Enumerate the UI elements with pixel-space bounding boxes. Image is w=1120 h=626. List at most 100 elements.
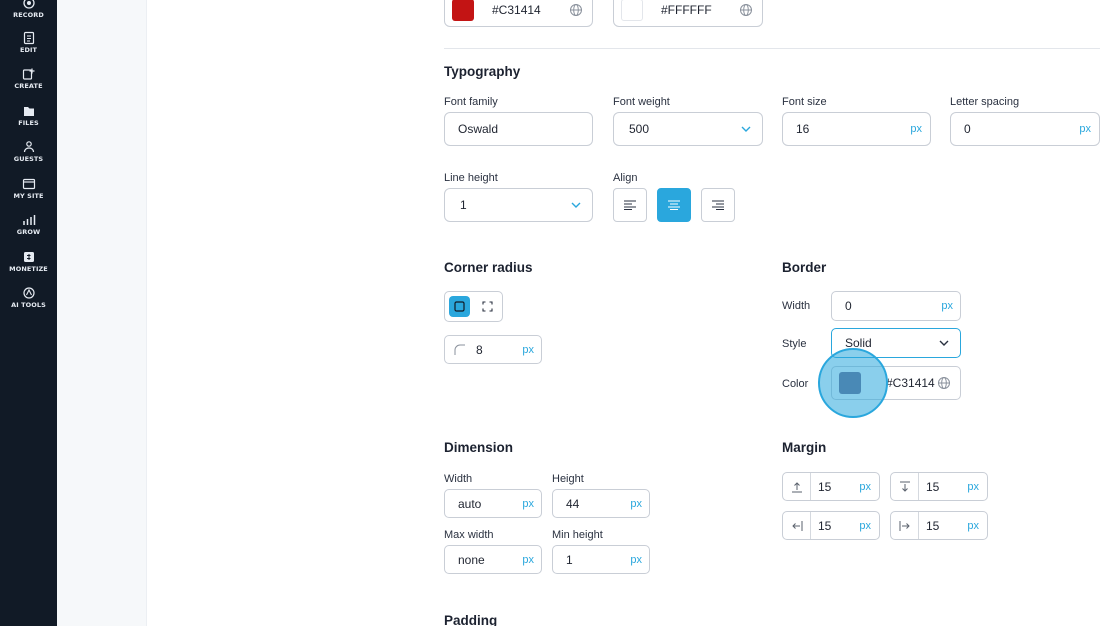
margin-heading: Margin — [782, 440, 827, 455]
unit-label: px — [522, 343, 534, 356]
corner-radius-icon — [454, 344, 465, 355]
color-field-primary[interactable]: #C31414 — [444, 0, 593, 27]
align-label: Align — [613, 172, 638, 184]
record-icon — [22, 0, 35, 9]
font-family-value: Oswald — [458, 122, 499, 136]
margin-left-input[interactable]: 15 px — [782, 511, 880, 540]
padding-heading: Padding — [444, 613, 498, 626]
align-right-button[interactable] — [701, 188, 735, 222]
create-icon — [22, 68, 34, 80]
align-left-icon — [624, 200, 636, 210]
globe-icon[interactable] — [569, 3, 583, 17]
corner-mode-toggle — [444, 291, 503, 322]
min-height-label: Min height — [552, 529, 603, 541]
ai-tools-icon — [22, 287, 35, 299]
color-swatch[interactable] — [452, 0, 474, 21]
unit-label: px — [967, 480, 979, 493]
color-field-secondary[interactable]: #FFFFFF — [613, 0, 763, 27]
letter-spacing-input[interactable]: 0 px — [950, 112, 1100, 146]
globe-icon[interactable] — [937, 376, 951, 390]
unit-label: px — [859, 519, 871, 532]
align-center-button[interactable] — [657, 188, 691, 222]
nav-item-label: CREATE — [14, 82, 43, 90]
corner-radius-value: 8 — [476, 342, 483, 357]
square-icon — [454, 301, 465, 312]
unit-label: px — [630, 553, 642, 566]
nav-item-create[interactable]: CREATE — [0, 67, 57, 90]
unit-label: px — [522, 497, 534, 510]
max-width-input[interactable]: none px — [444, 545, 542, 574]
nav-rail: RECORD EDIT CREATE FILES GUESTS MY SITE … — [0, 0, 57, 626]
unit-label: px — [910, 123, 922, 135]
unit-label: px — [941, 300, 953, 312]
nav-item-label: GROW — [16, 228, 41, 236]
margin-bottom-input[interactable]: 15 px — [890, 472, 988, 501]
nav-item-grow[interactable]: GROW — [0, 213, 57, 236]
section-divider — [444, 48, 1100, 49]
nav-item-guests[interactable]: GUESTS — [0, 140, 57, 163]
dimension-height-value: 44 — [566, 496, 580, 511]
nav-item-my-site[interactable]: MY SITE — [0, 177, 57, 200]
margin-bottom-value: 15 — [926, 479, 940, 494]
max-width-value: none — [458, 552, 485, 567]
align-left-button[interactable] — [613, 188, 647, 222]
border-color-label: Color — [782, 378, 809, 390]
color-hex-value[interactable]: #FFFFFF — [643, 3, 739, 17]
letter-spacing-value: 0 — [964, 122, 971, 136]
font-weight-select[interactable]: 500 — [613, 112, 763, 146]
grow-icon — [22, 215, 35, 225]
corner-all-button[interactable] — [449, 296, 470, 317]
color-swatch[interactable] — [621, 0, 643, 21]
margin-top-value: 15 — [818, 479, 832, 494]
unit-label: px — [522, 553, 534, 566]
line-height-value: 1 — [460, 198, 467, 212]
arrow-right-icon — [891, 512, 919, 539]
nav-item-ai-tools[interactable]: AI TOOLS — [0, 286, 57, 309]
color-hex-value[interactable]: #C31414 — [474, 3, 569, 17]
globe-icon[interactable] — [739, 3, 753, 17]
guests-icon — [23, 141, 34, 153]
font-weight-value: 500 — [629, 122, 650, 136]
dimension-width-label: Width — [444, 473, 473, 485]
align-right-icon — [712, 200, 724, 210]
border-width-value: 0 — [845, 299, 852, 313]
margin-right-value: 15 — [926, 518, 940, 533]
dimension-height-label: Height — [552, 473, 584, 485]
corners-icon — [482, 301, 493, 312]
nav-item-label: RECORD — [13, 11, 44, 19]
nav-item-label: EDIT — [19, 46, 38, 54]
dimension-height-input[interactable]: 44 px — [552, 489, 650, 518]
font-family-label: Font family — [444, 96, 498, 108]
font-size-label: Font size — [782, 96, 827, 108]
min-height-value: 1 — [566, 552, 573, 567]
corner-individual-button[interactable] — [477, 296, 498, 317]
dimension-heading: Dimension — [444, 440, 514, 455]
files-icon — [23, 107, 34, 116]
border-width-input[interactable]: 0 px — [831, 291, 961, 321]
margin-left-value: 15 — [818, 518, 832, 533]
nav-item-label: FILES — [18, 119, 39, 127]
unit-label: px — [859, 480, 871, 493]
nav-item-files[interactable]: FILES — [0, 104, 57, 127]
border-heading: Border — [782, 260, 827, 275]
font-size-input[interactable]: 16 px — [782, 112, 931, 146]
corner-radius-input[interactable]: 8 px — [444, 335, 542, 364]
line-height-select[interactable]: 1 — [444, 188, 593, 222]
chevron-down-icon — [939, 340, 949, 346]
nav-item-edit[interactable]: EDIT — [0, 31, 57, 54]
dimension-width-input[interactable]: auto px — [444, 489, 542, 518]
margin-right-input[interactable]: 15 px — [890, 511, 988, 540]
min-height-input[interactable]: 1 px — [552, 545, 650, 574]
nav-item-monetize[interactable]: MONETIZE — [0, 250, 57, 273]
edit-icon — [23, 31, 34, 45]
corner-radius-heading: Corner radius — [444, 260, 533, 275]
chevron-down-icon — [571, 202, 581, 208]
nav-item-label: MY SITE — [13, 192, 44, 200]
nav-item-record[interactable]: RECORD — [0, 0, 57, 19]
nav-item-label: MONETIZE — [9, 265, 48, 273]
font-family-input[interactable]: Oswald — [444, 112, 593, 146]
margin-top-input[interactable]: 15 px — [782, 472, 880, 501]
unit-label: px — [630, 497, 642, 510]
chevron-down-icon — [741, 126, 751, 132]
arrow-up-icon — [783, 473, 811, 500]
